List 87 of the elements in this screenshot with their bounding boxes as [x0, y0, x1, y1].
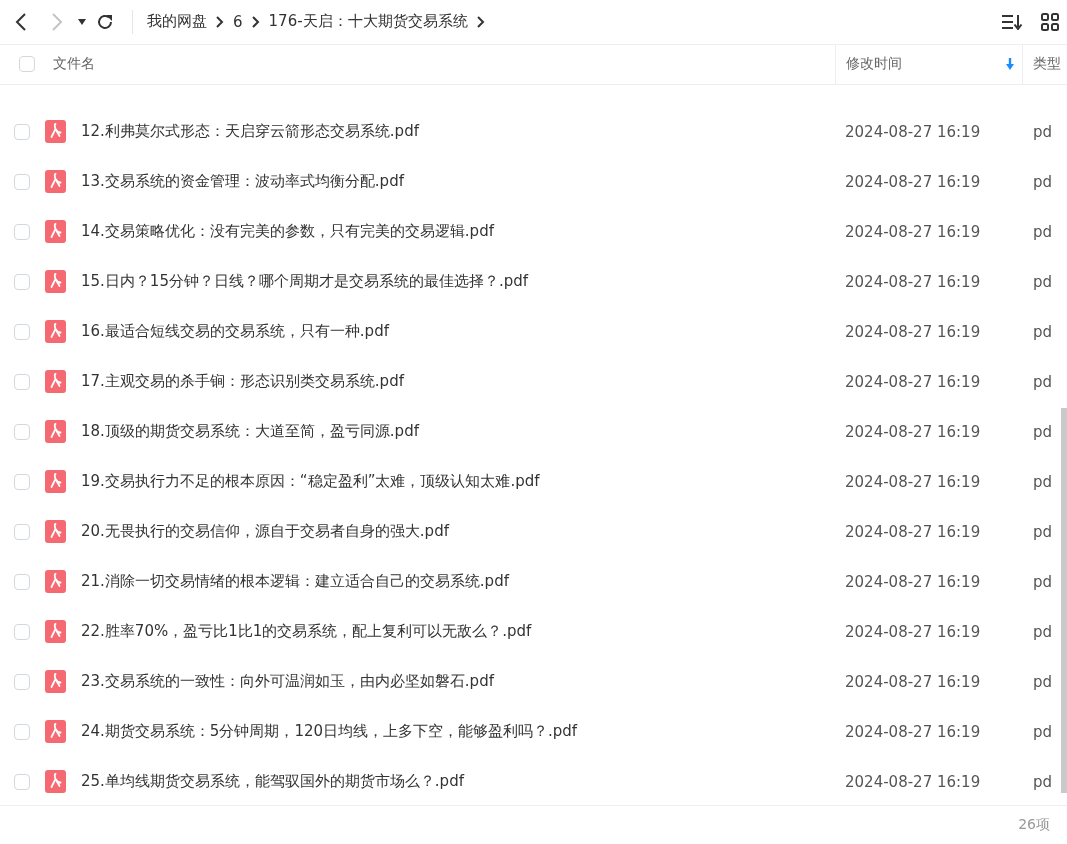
- breadcrumb-link[interactable]: 6: [233, 12, 243, 31]
- modified-time: 2024-08-27 16:19: [844, 722, 982, 741]
- pdf-file-icon: [45, 270, 66, 294]
- checkbox[interactable]: [14, 573, 30, 590]
- modified-time: 2024-08-27 16:19: [844, 272, 982, 291]
- file-type: pd: [1032, 372, 1054, 391]
- file-type: pd: [1032, 722, 1054, 741]
- file-name[interactable]: 13.交易系统的资金管理：波动率式均衡分配.pdf: [81, 172, 404, 192]
- pdf-file-icon: [45, 370, 66, 394]
- file-type: pd: [1032, 572, 1054, 591]
- pdf-file-icon: [45, 120, 66, 144]
- file-name[interactable]: 15.日内？15分钟？日线？哪个周期才是交易系统的最佳选择？.pdf: [81, 272, 529, 292]
- file-name[interactable]: 19.交易执行力不足的根本原因：“稳定盈利”太难，顶级认知太难.pdf: [81, 472, 540, 492]
- checkbox[interactable]: [14, 523, 30, 540]
- file-type: pd: [1032, 672, 1054, 691]
- checkbox[interactable]: [14, 773, 30, 790]
- sort-icon[interactable]: [1001, 12, 1023, 31]
- chevron-right-icon: [216, 15, 224, 28]
- checkbox[interactable]: [14, 273, 30, 290]
- item-count: 26项: [1018, 816, 1050, 834]
- column-header[interactable]: 修改时间: [846, 55, 902, 74]
- checkbox[interactable]: [14, 423, 30, 440]
- checkbox[interactable]: [14, 223, 30, 240]
- checkbox[interactable]: [14, 123, 30, 140]
- file-name[interactable]: 24.期货交易系统：5分钟周期，120日均线，上多下空，能够盈利吗？.pdf: [81, 722, 578, 742]
- column-header[interactable]: 类型: [1033, 55, 1061, 74]
- file-name[interactable]: 16.最适合短线交易的交易系统，只有一种.pdf: [81, 322, 389, 342]
- checkbox[interactable]: [14, 673, 30, 690]
- modified-time: 2024-08-27 16:19: [844, 672, 982, 691]
- refresh-icon[interactable]: [96, 12, 114, 31]
- modified-time: 2024-08-27 16:19: [844, 422, 982, 441]
- pdf-file-icon: [45, 570, 66, 594]
- modified-time: 2024-08-27 16:19: [844, 172, 982, 191]
- file-type: pd: [1032, 472, 1054, 491]
- modified-time: 2024-08-27 16:19: [844, 322, 982, 341]
- file-type: pd: [1032, 522, 1054, 541]
- checkbox[interactable]: [14, 473, 30, 490]
- breadcrumb-link[interactable]: 我的网盘: [147, 12, 207, 32]
- file-name[interactable]: 12.利弗莫尔式形态：天启穿云箭形态交易系统.pdf: [81, 122, 419, 142]
- file-type: pd: [1032, 222, 1054, 241]
- pdf-file-icon: [45, 770, 66, 794]
- grid-view-icon[interactable]: [1041, 12, 1059, 31]
- file-type: pd: [1032, 122, 1054, 141]
- column-header[interactable]: 文件名: [53, 55, 95, 74]
- pdf-file-icon: [45, 520, 66, 544]
- pdf-file-icon: [45, 620, 66, 644]
- file-type: pd: [1032, 172, 1054, 191]
- pdf-file-icon: [45, 170, 66, 194]
- file-type: pd: [1032, 422, 1054, 441]
- file-name[interactable]: 14.交易策略优化：没有完美的参数，只有完美的交易逻辑.pdf: [81, 222, 494, 242]
- file-name[interactable]: 22.胜率70%，盈亏比1比1的交易系统，配上复利可以无敌么？.pdf: [81, 622, 532, 642]
- modified-time: 2024-08-27 16:19: [844, 472, 982, 491]
- file-name[interactable]: 17.主观交易的杀手锏：形态识别类交易系统.pdf: [81, 372, 404, 392]
- file-type: pd: [1032, 772, 1054, 791]
- checkbox[interactable]: [19, 56, 35, 73]
- modified-time: 2024-08-27 16:19: [844, 772, 982, 791]
- modified-time: 2024-08-27 16:19: [844, 372, 982, 391]
- checkbox[interactable]: [14, 323, 30, 340]
- file-type: pd: [1032, 272, 1054, 291]
- chevron-right-icon: [251, 15, 260, 28]
- back-icon[interactable]: [14, 11, 28, 32]
- dropdown-caret-icon[interactable]: [78, 18, 86, 25]
- pdf-file-icon: [45, 670, 66, 694]
- file-name[interactable]: 21.消除一切交易情绪的根本逻辑：建立适合自己的交易系统.pdf: [81, 572, 509, 592]
- file-type: pd: [1032, 322, 1054, 341]
- file-name[interactable]: 18.顶级的期货交易系统：大道至简，盈亏同源.pdf: [81, 422, 419, 442]
- checkbox[interactable]: [14, 623, 30, 640]
- pdf-file-icon: [45, 470, 66, 494]
- chevron-right-icon: [476, 15, 485, 28]
- checkbox[interactable]: [14, 173, 30, 190]
- checkbox[interactable]: [14, 723, 30, 740]
- modified-time: 2024-08-27 16:19: [844, 222, 982, 241]
- file-name[interactable]: 23.交易系统的一致性：向外可温润如玉，由内必坚如磐石.pdf: [81, 672, 494, 692]
- pdf-file-icon: [45, 320, 66, 344]
- scrollbar-thumb[interactable]: [1061, 408, 1067, 793]
- pdf-file-icon: [45, 220, 66, 244]
- modified-time: 2024-08-27 16:19: [844, 122, 982, 141]
- breadcrumb-link[interactable]: 176-天启：十大期货交易系统: [268, 12, 468, 32]
- pdf-file-icon: [45, 420, 66, 444]
- file-name[interactable]: 20.无畏执行的交易信仰，源自于交易者自身的强大.pdf: [81, 522, 449, 542]
- checkbox[interactable]: [14, 373, 30, 390]
- file-name[interactable]: 25.单均线期货交易系统，能驾驭国外的期货市场么？.pdf: [81, 772, 464, 792]
- modified-time: 2024-08-27 16:19: [844, 622, 982, 641]
- modified-time: 2024-08-27 16:19: [844, 522, 982, 541]
- pdf-file-icon: [45, 720, 66, 744]
- modified-time: 2024-08-27 16:19: [844, 572, 982, 591]
- file-type: pd: [1032, 622, 1054, 641]
